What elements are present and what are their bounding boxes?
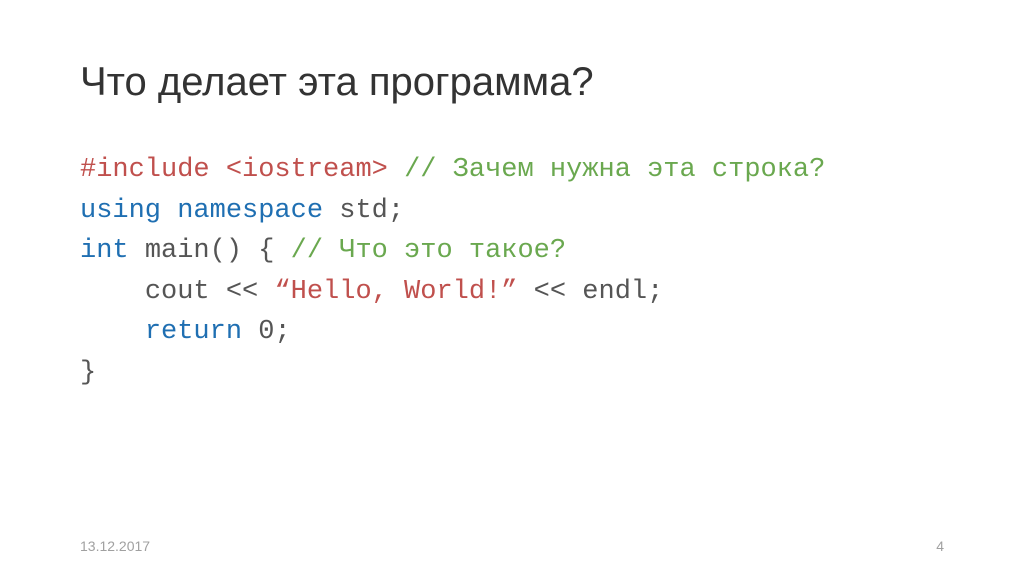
kw-return: return	[145, 317, 258, 347]
val-zero: 0	[258, 317, 274, 347]
preproc-include: #include	[80, 155, 226, 185]
indent	[80, 317, 145, 347]
kw-using: using	[80, 196, 177, 226]
comment-2: // Что это такое?	[291, 236, 566, 266]
semi: ;	[647, 277, 663, 307]
comment-1: // Зачем нужна эта строка?	[404, 155, 825, 185]
ident-std: std	[339, 196, 388, 226]
string-hello: “Hello, World!”	[274, 277, 517, 307]
parens-brace: () {	[210, 236, 291, 266]
ident-endl: endl	[582, 277, 647, 307]
slide-footer: 13.12.2017 4	[80, 538, 944, 554]
footer-page-number: 4	[936, 538, 944, 554]
ident-cout: cout	[145, 277, 210, 307]
code-line-6: return 0;	[80, 312, 944, 353]
semi: ;	[274, 317, 290, 347]
indent	[80, 277, 145, 307]
code-line-7: }	[80, 353, 944, 394]
kw-namespace: namespace	[177, 196, 339, 226]
space	[388, 155, 404, 185]
code-line-2: using namespace std;	[80, 191, 944, 232]
code-line-4: int main() { // Что это такое?	[80, 231, 944, 272]
code-line-5: cout << “Hello, World!” << endl;	[80, 272, 944, 313]
include-header: <iostream>	[226, 155, 388, 185]
code-block: #include <iostream> // Зачем нужна эта с…	[80, 150, 944, 393]
ident-main: main	[145, 236, 210, 266]
slide: Что делает эта программа? #include <iost…	[0, 0, 1024, 576]
footer-date: 13.12.2017	[80, 538, 150, 554]
op-shift-2: <<	[517, 277, 582, 307]
kw-int: int	[80, 236, 145, 266]
slide-title: Что делает эта программа?	[80, 60, 944, 105]
semi: ;	[388, 196, 404, 226]
op-shift-1: <<	[210, 277, 275, 307]
code-line-1: #include <iostream> // Зачем нужна эта с…	[80, 150, 944, 191]
